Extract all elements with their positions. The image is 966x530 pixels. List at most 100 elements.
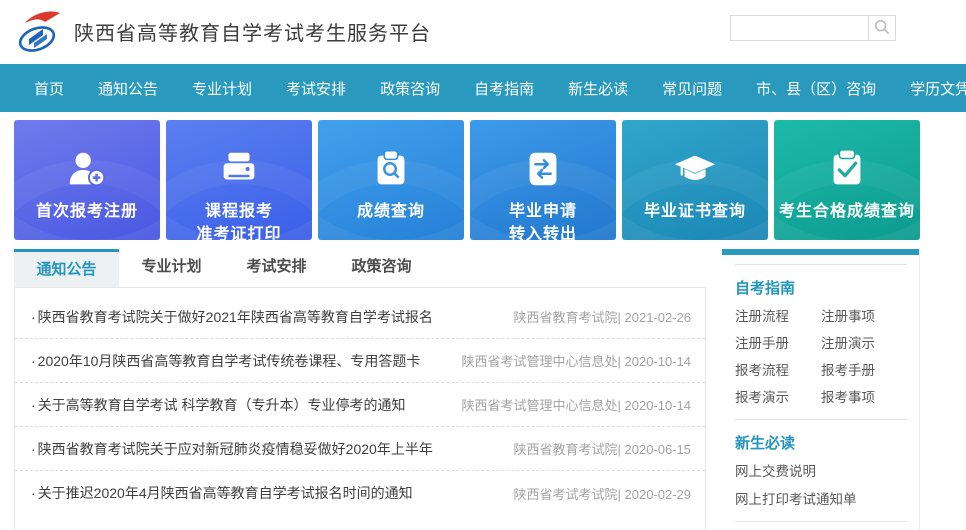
card-label: 毕业申请 转入转出 bbox=[509, 200, 577, 240]
bullet: · bbox=[31, 397, 36, 413]
news-item[interactable]: ·2020年10月陕西省高等教育自学考试传统卷课程、专用答题卡 陕西省考试管理中… bbox=[15, 339, 705, 383]
card-label: 考生合格成绩查询 bbox=[779, 200, 915, 223]
card-graduation-apply-transfer[interactable]: 毕业申请 转入转出 bbox=[470, 120, 616, 240]
news-title-text: 关于高等教育自学考试 科学教育（专升本）专业停考的通知 bbox=[38, 397, 406, 413]
link-register-notes[interactable]: 注册事项 bbox=[821, 308, 907, 326]
sidebar-links-freshman: 网上交费说明 网上打印考试通知单 bbox=[735, 463, 907, 509]
search-input[interactable] bbox=[730, 15, 868, 41]
news-meta: 陕西省考试管理中心信息处| 2020-10-14 bbox=[461, 351, 691, 370]
nav-item-notices[interactable]: 通知公告 bbox=[98, 78, 158, 99]
link-apply-manual[interactable]: 报考手册 bbox=[821, 362, 907, 380]
content: 通知公告 专业计划 考试安排 政策咨询 ·陕西省教育考试院关于做好2021年陕西… bbox=[14, 249, 966, 530]
news-source: 陕西省考试管理中心信息处 bbox=[461, 398, 617, 413]
news-panel: 通知公告 专业计划 考试安排 政策咨询 ·陕西省教育考试院关于做好2021年陕西… bbox=[14, 249, 706, 530]
site-logo-icon bbox=[14, 8, 62, 54]
page: 陕西省高等教育自学考试考生服务平台 首页 通知公告 专业计划 考试安排 政策咨询… bbox=[0, 0, 966, 530]
site-title: 陕西省高等教育自学考试考生服务平台 bbox=[74, 17, 431, 46]
divider bbox=[735, 264, 907, 265]
nav-item-diploma-query[interactable]: 学历文凭查询 bbox=[910, 78, 966, 99]
nav-item-freshman-must-read[interactable]: 新生必读 bbox=[568, 78, 628, 99]
meta-separator: | bbox=[617, 354, 620, 369]
link-online-payment-info[interactable]: 网上交费说明 bbox=[735, 463, 907, 481]
search-button[interactable] bbox=[868, 15, 896, 41]
link-apply-demo[interactable]: 报考演示 bbox=[735, 389, 821, 407]
card-score-query[interactable]: 成绩查询 bbox=[318, 120, 464, 240]
news-source: 陕西省教育考试院 bbox=[513, 310, 617, 325]
bullet: · bbox=[31, 309, 36, 325]
divider bbox=[735, 419, 907, 420]
news-title[interactable]: ·2020年10月陕西省高等教育自学考试传统卷课程、专用答题卡 bbox=[31, 351, 420, 371]
news-item[interactable]: ·关于高等教育自学考试 科学教育（专升本）专业停考的通知 陕西省考试管理中心信息… bbox=[15, 383, 705, 427]
link-register-manual[interactable]: 注册手册 bbox=[735, 335, 821, 353]
printer-icon bbox=[216, 146, 262, 192]
tab-major-plans[interactable]: 专业计划 bbox=[119, 249, 224, 287]
sidebar-heading-self-exam-guide: 自考指南 bbox=[735, 277, 907, 298]
nav-item-faq[interactable]: 常见问题 bbox=[662, 78, 722, 99]
nav-item-city-county-consult[interactable]: 市、县（区）咨询 bbox=[756, 78, 876, 99]
news-item[interactable]: ·陕西省教育考试院关于做好2021年陕西省高等教育自学考试报名 陕西省教育考试院… bbox=[15, 295, 705, 339]
nav-item-exam-schedule[interactable]: 考试安排 bbox=[286, 78, 346, 99]
news-title-text: 关于推迟2020年4月陕西省高等教育自学考试报名时间的通知 bbox=[38, 485, 413, 501]
news-title-text: 陕西省教育考试院关于应对新冠肺炎疫情稳妥做好2020年上半年 bbox=[38, 441, 433, 457]
sidebar: 自考指南 注册流程 注册事项 注册手册 注册演示 报考流程 报考手册 报考演示 … bbox=[722, 249, 920, 530]
news-item[interactable]: ·关于推迟2020年4月陕西省高等教育自学考试报名时间的通知 陕西省考试考试院|… bbox=[15, 471, 705, 515]
card-first-registration[interactable]: 首次报考注册 bbox=[14, 120, 160, 240]
news-title[interactable]: ·陕西省教育考试院关于做好2021年陕西省高等教育自学考试报名 bbox=[31, 307, 433, 327]
graduation-cap-icon bbox=[672, 146, 718, 192]
tab-policy-consult[interactable]: 政策咨询 bbox=[329, 249, 434, 287]
divider bbox=[735, 521, 907, 522]
link-apply-process[interactable]: 报考流程 bbox=[735, 362, 821, 380]
meta-separator: | bbox=[617, 398, 620, 413]
card-label: 毕业证书查询 bbox=[644, 200, 746, 223]
news-date: 2020-10-14 bbox=[625, 354, 692, 369]
nav-item-major-plans[interactable]: 专业计划 bbox=[192, 78, 252, 99]
link-print-exam-notice[interactable]: 网上打印考试通知单 bbox=[735, 491, 907, 509]
bullet: · bbox=[31, 441, 36, 457]
card-qualified-scores-query[interactable]: 考生合格成绩查询 bbox=[774, 120, 920, 240]
nav-item-policy-consult[interactable]: 政策咨询 bbox=[380, 78, 440, 99]
link-register-process[interactable]: 注册流程 bbox=[735, 308, 821, 326]
transfer-arrows-icon bbox=[520, 146, 566, 192]
news-item[interactable]: ·陕西省教育考试院关于应对新冠肺炎疫情稳妥做好2020年上半年 陕西省教育考试院… bbox=[15, 427, 705, 471]
news-date: 2020-10-14 bbox=[625, 398, 692, 413]
nav-item-self-exam-guide[interactable]: 自考指南 bbox=[474, 78, 534, 99]
link-apply-notes[interactable]: 报考事项 bbox=[821, 389, 907, 407]
news-meta: 陕西省考试管理中心信息处| 2020-10-14 bbox=[461, 395, 691, 414]
meta-separator: | bbox=[617, 487, 620, 502]
news-tabs: 通知公告 专业计划 考试安排 政策咨询 bbox=[14, 249, 706, 287]
card-diploma-query[interactable]: 毕业证书查询 bbox=[622, 120, 768, 240]
news-meta: 陕西省教育考试院| 2020-06-15 bbox=[513, 439, 691, 458]
meta-separator: | bbox=[617, 310, 620, 325]
user-plus-icon bbox=[64, 146, 110, 192]
sidebar-links-guide: 注册流程 注册事项 注册手册 注册演示 报考流程 报考手册 报考演示 报考事项 bbox=[735, 308, 907, 407]
news-date: 2021-02-26 bbox=[625, 310, 692, 325]
news-title-text: 陕西省教育考试院关于做好2021年陕西省高等教育自学考试报名 bbox=[38, 309, 433, 325]
sidebar-inner: 自考指南 注册流程 注册事项 注册手册 注册演示 报考流程 报考手册 报考演示 … bbox=[722, 264, 919, 530]
card-course-apply-print[interactable]: 课程报考 准考证打印 bbox=[166, 120, 312, 240]
quick-actions: 首次报考注册 课程报考 准考证打印 bbox=[14, 120, 920, 240]
sidebar-accent-bar bbox=[722, 249, 919, 255]
meta-separator: | bbox=[617, 442, 620, 457]
news-title-text: 2020年10月陕西省高等教育自学考试传统卷课程、专用答题卡 bbox=[38, 353, 421, 369]
news-title[interactable]: ·陕西省教育考试院关于应对新冠肺炎疫情稳妥做好2020年上半年 bbox=[31, 439, 433, 459]
brand: 陕西省高等教育自学考试考生服务平台 bbox=[14, 8, 431, 54]
tab-exam-schedule[interactable]: 考试安排 bbox=[224, 249, 329, 287]
tab-notices[interactable]: 通知公告 bbox=[14, 249, 119, 287]
bullet: · bbox=[31, 353, 36, 369]
news-source: 陕西省考试管理中心信息处 bbox=[461, 354, 617, 369]
header: 陕西省高等教育自学考试考生服务平台 bbox=[0, 0, 966, 64]
news-source: 陕西省考试考试院 bbox=[513, 487, 617, 502]
card-label: 课程报考 准考证打印 bbox=[196, 200, 281, 240]
clipboard-check-icon bbox=[824, 146, 870, 192]
search-box bbox=[730, 15, 896, 41]
sidebar-heading-freshman-must-read: 新生必读 bbox=[735, 432, 907, 453]
news-meta: 陕西省考试考试院| 2020-02-29 bbox=[513, 484, 691, 503]
nav-item-home[interactable]: 首页 bbox=[34, 78, 64, 99]
news-title[interactable]: ·关于推迟2020年4月陕西省高等教育自学考试报名时间的通知 bbox=[31, 483, 413, 503]
news-source: 陕西省教育考试院 bbox=[513, 442, 617, 457]
link-register-demo[interactable]: 注册演示 bbox=[821, 335, 907, 353]
clipboard-search-icon bbox=[368, 146, 414, 192]
bullet: · bbox=[31, 485, 36, 501]
main-nav: 首页 通知公告 专业计划 考试安排 政策咨询 自考指南 新生必读 常见问题 市、… bbox=[0, 64, 966, 112]
news-title[interactable]: ·关于高等教育自学考试 科学教育（专升本）专业停考的通知 bbox=[31, 395, 406, 415]
